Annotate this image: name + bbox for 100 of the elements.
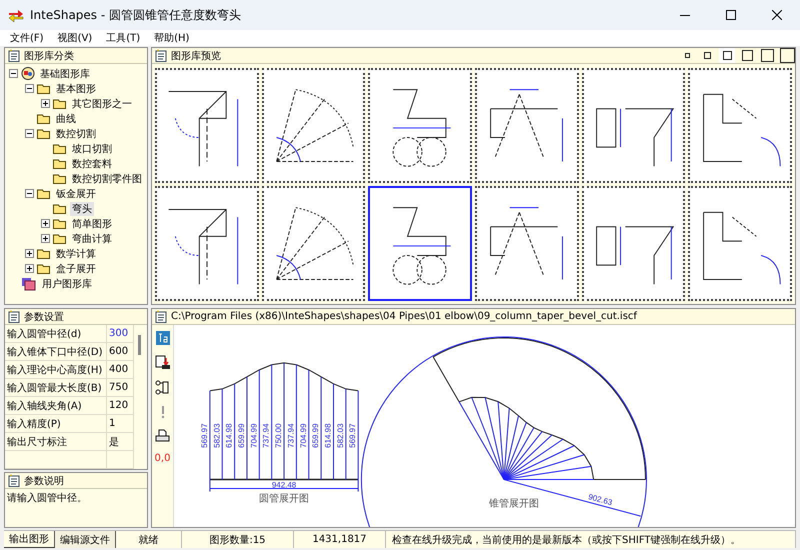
- menu-item[interactable]: 视图(V): [58, 31, 92, 45]
- library-icon: [21, 67, 35, 80]
- square-icon: [780, 48, 794, 63]
- tree-item[interactable]: 基础图形库: [38, 66, 92, 80]
- expand-icon[interactable]: [41, 99, 50, 108]
- shape-thumbnail[interactable]: [155, 186, 259, 301]
- printer-icon[interactable]: [155, 429, 170, 443]
- stacked-folders-icon: [21, 276, 37, 290]
- menu-item[interactable]: 文件(F): [10, 31, 44, 45]
- dimension-label: 704.99: [298, 423, 308, 448]
- collapse-icon[interactable]: [9, 69, 18, 78]
- exclamation-icon[interactable]: [160, 405, 166, 419]
- shape-thumbnail[interactable]: [262, 186, 366, 301]
- tree-item[interactable]: 弯曲计算: [70, 232, 114, 246]
- shape-count: 图形数量:15: [182, 531, 294, 548]
- square-icon: [742, 50, 752, 61]
- tree-item[interactable]: 数控切割: [54, 126, 98, 140]
- collapse-icon[interactable]: [25, 129, 34, 138]
- empty-table-cell: [107, 451, 134, 469]
- folder-icon: [53, 218, 67, 229]
- expand-icon[interactable]: [25, 249, 34, 258]
- dimension-label: 569.97: [348, 423, 358, 448]
- thumbnail-size-button[interactable]: [739, 48, 755, 63]
- shape-thumbnail[interactable]: [688, 68, 792, 183]
- tree-item[interactable]: 坡口切割: [70, 142, 114, 156]
- dimension-label: 614.98: [224, 423, 234, 448]
- dimension-label: 659.99: [236, 423, 246, 448]
- app-logo-icon: [8, 8, 24, 22]
- param-label: 输入圆管最大长度(B): [5, 379, 107, 397]
- param-value[interactable]: 600: [107, 343, 134, 361]
- tree-item[interactable]: 钣金展开: [54, 186, 98, 200]
- param-value[interactable]: 1: [107, 415, 134, 433]
- thumbnail-size-button[interactable]: [779, 48, 795, 63]
- shape-thumbnail[interactable]: [474, 186, 579, 301]
- collapse-icon[interactable]: [25, 84, 34, 93]
- shape-thumbnail[interactable]: [582, 68, 686, 183]
- scrollbar-thumb[interactable]: [138, 335, 141, 355]
- square-icon: [704, 52, 710, 59]
- param-label: 输入理论中心高度(H): [5, 361, 107, 379]
- tree-item[interactable]: 曲线: [54, 112, 78, 126]
- tree-item[interactable]: 数控切割零件图: [70, 172, 144, 186]
- param-value[interactable]: 120: [107, 397, 134, 415]
- folder-icon: [37, 263, 51, 274]
- param-value[interactable]: 400: [107, 361, 134, 379]
- tree-item[interactable]: 其它图形之一: [70, 96, 134, 110]
- square-icon: [760, 49, 774, 62]
- dimension-label: 614.98: [324, 423, 332, 448]
- shape-thumbnail[interactable]: [368, 186, 472, 301]
- maximize-icon: [726, 10, 736, 20]
- dimension-label: 737.94: [262, 423, 271, 448]
- panel-title: 参数说明: [24, 474, 64, 488]
- param-label: 输入圆管中径(d): [5, 325, 107, 343]
- expand-icon[interactable]: [41, 234, 50, 243]
- tree-item[interactable]: 简单图形: [70, 216, 114, 230]
- menu-item[interactable]: 工具(T): [106, 31, 140, 45]
- drawing-caption: 圆管展开图: [259, 493, 310, 504]
- status-message: 检查在线升级完成，当前使用的是最新版本（或按下SHIFT键强制在线升级）。: [386, 531, 796, 548]
- square-icon: [722, 51, 732, 60]
- param-label: 输入锥体下口中径(D): [5, 343, 107, 361]
- dimension-label: 750.00: [274, 423, 284, 448]
- text-tool-icon[interactable]: [156, 331, 170, 345]
- export-icon[interactable]: [154, 355, 170, 370]
- folder-icon: [53, 173, 67, 184]
- thumbnail-size-button[interactable]: [759, 48, 775, 63]
- shape-thumbnail[interactable]: [582, 186, 686, 301]
- notepad-icon: [8, 49, 20, 62]
- notepad-icon: [8, 310, 20, 323]
- dimension-label: 582.03: [212, 423, 222, 448]
- expand-icon[interactable]: [41, 219, 50, 228]
- shape-thumbnail[interactable]: [688, 186, 792, 301]
- shape-thumbnail[interactable]: [368, 68, 472, 183]
- shape-thumbnail[interactable]: [474, 68, 579, 183]
- param-label: 输出尺寸标注: [5, 433, 107, 451]
- param-value[interactable]: 是: [107, 433, 134, 451]
- tree-item[interactable]: 数控套料: [70, 156, 114, 170]
- tree-item[interactable]: 数学计算: [54, 246, 98, 260]
- dimension-label: 704.99: [249, 423, 258, 448]
- folder-icon: [53, 98, 67, 109]
- cursor-position: 1431,1817: [294, 531, 386, 548]
- tab[interactable]: 编辑源文件: [55, 531, 116, 548]
- folder-icon: [53, 233, 67, 244]
- param-value[interactable]: 750: [107, 379, 134, 397]
- tree-item[interactable]: 弯头: [70, 202, 94, 216]
- nodes-icon[interactable]: [155, 380, 170, 395]
- param-value[interactable]: 300: [107, 325, 134, 343]
- menu-item[interactable]: 帮助(H): [154, 31, 190, 45]
- dimension-label: 569.97: [200, 423, 209, 448]
- tree-item[interactable]: 基本图形: [54, 82, 98, 96]
- tree-item[interactable]: 用户图形库: [40, 276, 94, 290]
- shape-thumbnail[interactable]: [155, 68, 259, 183]
- notepad-icon: [8, 474, 20, 487]
- shape-thumbnail[interactable]: [262, 68, 366, 183]
- expand-icon[interactable]: [25, 264, 34, 273]
- tab[interactable]: 输出图形: [4, 531, 55, 548]
- dimension-label: 582.03: [336, 423, 345, 448]
- folder-icon: [37, 113, 51, 124]
- tree-item[interactable]: 盒子展开: [54, 262, 98, 276]
- description-text: 请输入圆管中径。: [6, 492, 88, 506]
- collapse-icon[interactable]: [25, 189, 34, 198]
- thumbnail-size-button[interactable]: [719, 48, 735, 63]
